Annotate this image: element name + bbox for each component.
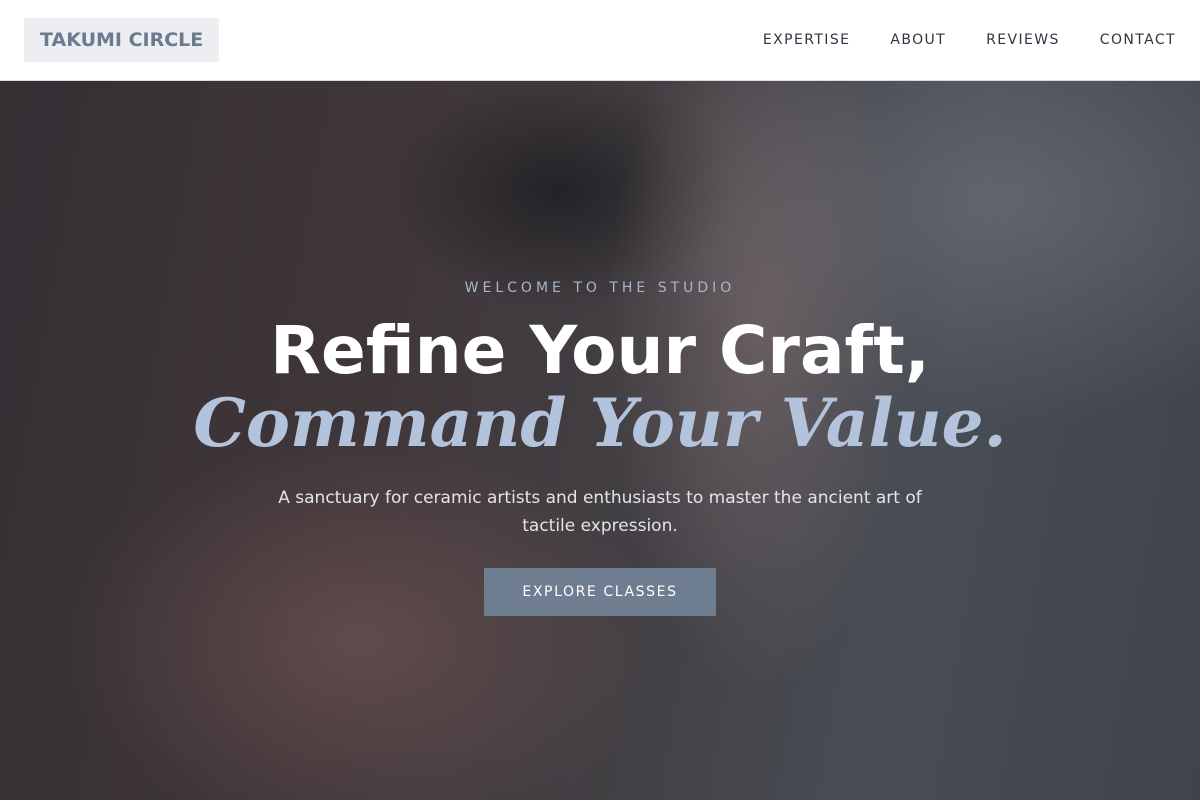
- site-logo[interactable]: TAKUMI CIRCLE: [24, 18, 220, 62]
- hero-eyebrow: WELCOME TO THE STUDIO: [464, 280, 736, 296]
- hero-subtitle: A sanctuary for ceramic artists and enth…: [278, 488, 922, 536]
- explore-classes-button[interactable]: EXPLORE CLASSES: [484, 568, 716, 616]
- hero-content: WELCOME TO THE STUDIO Refine Your Craft,…: [0, 81, 1200, 800]
- site-header: TAKUMI CIRCLE EXPERTISE ABOUT REVIEWS CO…: [0, 0, 1200, 81]
- hero-headline-line2: Command Your Value.: [193, 384, 1007, 462]
- hero-headline-line1: Refine Your Craft,: [270, 312, 930, 389]
- nav-link-reviews[interactable]: REVIEWS: [986, 32, 1060, 48]
- hero-section: WELCOME TO THE STUDIO Refine Your Craft,…: [0, 81, 1200, 800]
- main-nav: EXPERTISE ABOUT REVIEWS CONTACT: [723, 32, 1176, 48]
- nav-link-contact[interactable]: CONTACT: [1100, 32, 1176, 48]
- nav-link-expertise[interactable]: EXPERTISE: [763, 32, 850, 48]
- nav-link-about[interactable]: ABOUT: [890, 32, 946, 48]
